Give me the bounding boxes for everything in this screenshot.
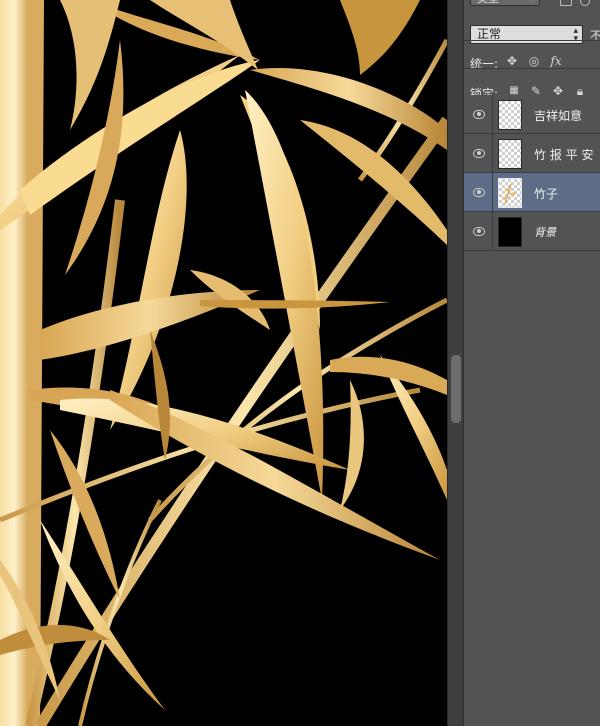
layer-name[interactable]: 吉祥如意 — [534, 107, 582, 124]
layer-row[interactable]: 吉祥如意 — [464, 95, 600, 134]
layer-kind-filter-label: 类型 — [477, 0, 499, 5]
eye-icon — [473, 110, 485, 119]
filter-row: 类型 ▾ — [464, 0, 600, 10]
layer-list: 吉祥如意 竹 报 平 安 竹子 背景 — [464, 95, 600, 251]
unify-style-icon[interactable]: fx — [548, 53, 564, 69]
document-canvas[interactable] — [0, 0, 447, 726]
unify-visibility-icon[interactable]: ◎ — [526, 53, 542, 69]
divider — [464, 68, 600, 69]
layer-name[interactable]: 竹子 — [534, 185, 558, 202]
eye-icon — [473, 149, 485, 158]
blend-mode-select[interactable]: 正常 ▴ ▾ — [470, 25, 583, 44]
unify-position-icon[interactable]: ✥ — [504, 53, 520, 69]
layer-row[interactable]: 背景 — [464, 212, 600, 251]
visibility-toggle[interactable] — [464, 212, 493, 250]
layer-thumbnail — [498, 139, 522, 169]
visibility-toggle[interactable] — [464, 95, 493, 133]
canvas-vertical-scrollbar[interactable] — [447, 0, 464, 726]
blend-mode-value: 正常 — [477, 27, 502, 41]
scrollbar-thumb[interactable] — [451, 355, 461, 423]
layers-panel: 类型 ▾ 正常 ▴▾ 不 统一: ✥ ◎ fx 锁定: ▦ ✎ ✥ 🔒︎ 吉祥如… — [463, 0, 600, 726]
chevron-down-icon: ▾ — [530, 0, 535, 7]
unify-row: 统一: ✥ ◎ fx — [464, 48, 600, 78]
layer-thumbnail — [498, 217, 522, 247]
layer-kind-filter[interactable]: 类型 ▾ — [470, 0, 540, 6]
filter-image-icon[interactable] — [560, 0, 572, 6]
eye-icon — [473, 188, 485, 197]
golden-bamboo-artwork — [0, 0, 447, 726]
opacity-label: 不 — [590, 29, 600, 43]
layer-name[interactable]: 竹 报 平 安 — [534, 146, 593, 163]
filter-adjustment-icon[interactable] — [580, 0, 590, 6]
layer-thumbnail — [498, 178, 522, 208]
layer-row-selected[interactable]: 竹子 — [464, 173, 600, 212]
divider — [464, 40, 600, 41]
layer-name[interactable]: 背景 — [534, 224, 556, 240]
visibility-toggle[interactable] — [464, 134, 493, 172]
eye-icon — [473, 227, 485, 236]
unify-label: 统一: — [470, 57, 499, 71]
layer-row[interactable]: 竹 报 平 安 — [464, 134, 600, 173]
bamboo-thumbnail-icon — [503, 183, 517, 204]
layer-thumbnail — [498, 100, 522, 130]
blend-row: 正常 ▴ ▾ 不 — [464, 10, 600, 44]
visibility-toggle[interactable] — [464, 173, 493, 211]
